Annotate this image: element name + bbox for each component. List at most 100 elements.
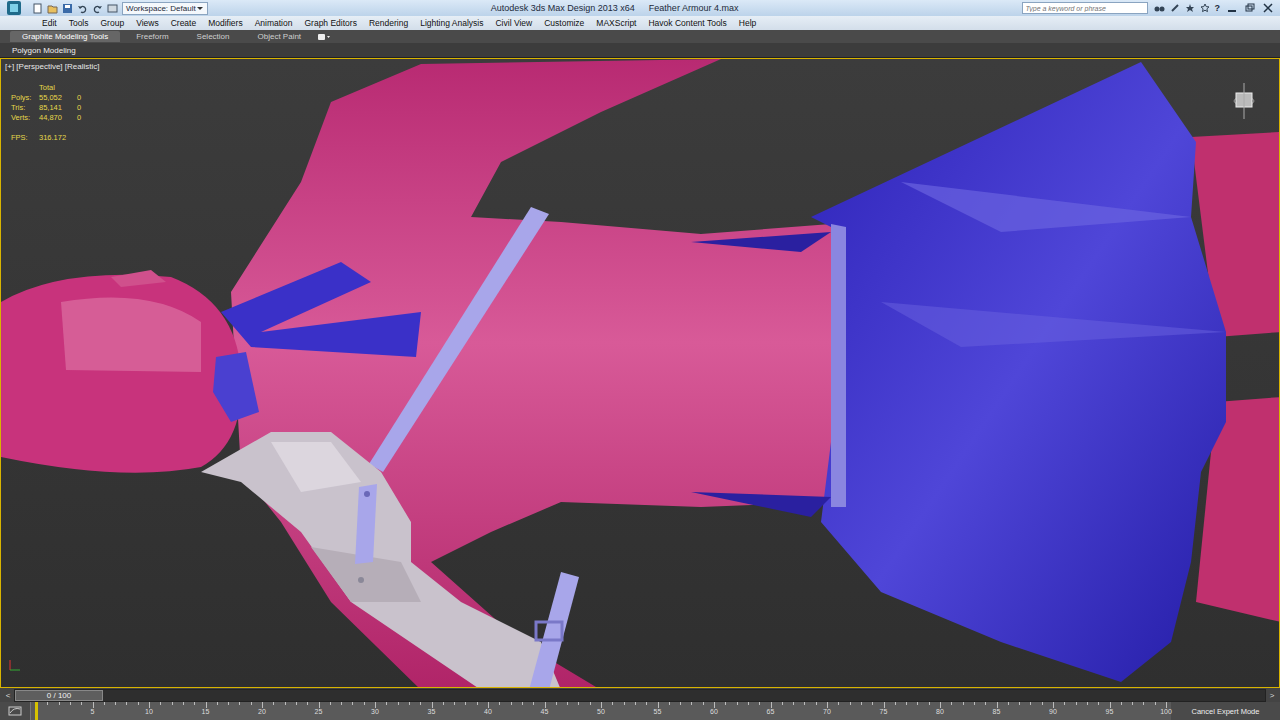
previous-frame-button[interactable]: < bbox=[4, 691, 12, 700]
tools-icon[interactable] bbox=[1170, 3, 1180, 13]
ribbon-tab[interactable]: Graphite Modeling Tools bbox=[10, 31, 120, 42]
menu-item[interactable]: Modifiers bbox=[202, 18, 248, 28]
frame-label: 25 bbox=[315, 708, 323, 715]
frame-tick bbox=[47, 702, 48, 705]
restore-icon[interactable] bbox=[1244, 3, 1256, 13]
menu-item[interactable]: Group bbox=[95, 18, 131, 28]
frame-label: 95 bbox=[1106, 708, 1114, 715]
menu-item[interactable]: Lighting Analysis bbox=[414, 18, 489, 28]
frame-tick bbox=[748, 702, 749, 705]
curve-editor-icon[interactable] bbox=[8, 706, 22, 716]
frame-ruler[interactable]: 5101520253035404550556065707580859095100 bbox=[30, 702, 1171, 720]
minimize-icon[interactable] bbox=[1226, 3, 1238, 13]
menu-item[interactable]: Help bbox=[733, 18, 762, 28]
ribbon-tab[interactable]: Object Paint bbox=[246, 31, 314, 42]
undo-icon[interactable] bbox=[77, 3, 88, 14]
window-controls bbox=[1226, 3, 1280, 13]
frame-tick bbox=[172, 702, 173, 705]
menu-item[interactable]: Create bbox=[165, 18, 203, 28]
frame-tick bbox=[398, 702, 399, 705]
dropdown-arrow-icon[interactable] bbox=[196, 4, 204, 12]
help-button[interactable]: ? bbox=[1215, 3, 1221, 13]
ribbon-tab[interactable]: Freeform bbox=[124, 31, 180, 42]
frame-tick bbox=[1042, 702, 1043, 705]
menu-item[interactable]: Rendering bbox=[363, 18, 414, 28]
frame-tick bbox=[104, 702, 105, 705]
character-model[interactable] bbox=[1, 59, 1280, 688]
open-folder-icon[interactable] bbox=[47, 3, 58, 14]
communication-icon[interactable] bbox=[1185, 3, 1195, 13]
menu-item[interactable]: Views bbox=[130, 18, 165, 28]
frame-label: 70 bbox=[823, 708, 831, 715]
frame-tick bbox=[850, 702, 851, 705]
stats-total: 55,052 bbox=[39, 93, 73, 102]
next-frame-button[interactable]: > bbox=[1268, 691, 1276, 700]
stats-row: Polys:55,0520 bbox=[11, 93, 81, 102]
frame-label: 65 bbox=[767, 708, 775, 715]
menu-item[interactable]: MAXScript bbox=[590, 18, 642, 28]
frame-label: 100 bbox=[1160, 708, 1172, 715]
frame-tick bbox=[737, 702, 738, 705]
favorites-icon[interactable] bbox=[1200, 3, 1210, 13]
project-folder-icon[interactable] bbox=[107, 3, 118, 14]
viewport[interactable]: [+] [Perspective] [Realistic] TotalPolys:… bbox=[0, 58, 1280, 688]
frame-tick bbox=[522, 702, 523, 705]
ribbon-tabs: Graphite Modeling Tools Freeform Selection… bbox=[0, 30, 1280, 43]
menu-item[interactable]: Customize bbox=[538, 18, 590, 28]
menu-item[interactable]: Graph Editors bbox=[298, 18, 362, 28]
app-logo-icon[interactable] bbox=[7, 1, 21, 15]
frame-tick bbox=[725, 702, 726, 705]
frame-tick bbox=[59, 702, 60, 705]
binoculars-icon[interactable] bbox=[1154, 3, 1165, 13]
workspace-dropdown[interactable]: Workspace: Default bbox=[122, 2, 208, 15]
stats-total: 85,141 bbox=[39, 103, 73, 112]
current-frame-marker[interactable] bbox=[35, 702, 38, 720]
menu-item[interactable]: Animation bbox=[249, 18, 299, 28]
menu-item[interactable]: Tools bbox=[63, 18, 95, 28]
redo-icon[interactable] bbox=[92, 3, 103, 14]
cancel-expert-mode-button[interactable]: Cancel Expert Mode bbox=[1171, 702, 1280, 720]
frame-label: 60 bbox=[710, 708, 718, 715]
search-field[interactable] bbox=[1022, 2, 1148, 14]
menu-item[interactable]: Edit bbox=[36, 18, 63, 28]
frame-tick bbox=[93, 702, 94, 708]
window-title: Autodesk 3ds Max Design 2013 x64Feather … bbox=[208, 3, 1022, 13]
frame-tick bbox=[70, 702, 71, 705]
frame-label: 20 bbox=[258, 708, 266, 715]
frame-tick bbox=[443, 702, 444, 705]
frame-label: 55 bbox=[654, 708, 662, 715]
ribbon-tab[interactable]: Selection bbox=[185, 31, 242, 42]
quick-access-toolbar bbox=[28, 3, 122, 14]
stats-header-text: Total bbox=[39, 83, 55, 92]
frame-tick bbox=[635, 702, 636, 705]
frame-tick bbox=[703, 702, 704, 705]
stats-total: 44,870 bbox=[39, 113, 73, 122]
close-icon[interactable] bbox=[1262, 3, 1274, 13]
frame-tick bbox=[951, 702, 952, 705]
frame-tick bbox=[285, 702, 286, 705]
track-bar-toggle[interactable] bbox=[0, 702, 30, 720]
frame-tick bbox=[1053, 702, 1054, 708]
viewport-label[interactable]: [+] [Perspective] [Realistic] bbox=[5, 62, 99, 71]
menu-item[interactable]: Havok Content Tools bbox=[642, 18, 732, 28]
save-icon[interactable] bbox=[62, 3, 73, 14]
frame-tick bbox=[917, 702, 918, 705]
viewcube-icon[interactable] bbox=[1231, 81, 1257, 121]
frame-label: 30 bbox=[371, 708, 379, 715]
ribbon-options-icon[interactable] bbox=[317, 33, 331, 41]
frame-tick bbox=[194, 702, 195, 705]
time-slider-track: 0 / 100 bbox=[14, 689, 1266, 702]
frame-tick bbox=[895, 702, 896, 705]
frame-tick bbox=[872, 702, 873, 705]
frame-tick bbox=[567, 702, 568, 705]
menu-item[interactable]: Civil View bbox=[489, 18, 538, 28]
info-toolbar: ? bbox=[1148, 3, 1227, 13]
time-slider-thumb[interactable]: 0 / 100 bbox=[15, 690, 103, 701]
frame-tick bbox=[1087, 702, 1088, 705]
new-file-icon[interactable] bbox=[32, 3, 43, 14]
frame-tick bbox=[691, 702, 692, 705]
app-logo[interactable] bbox=[0, 0, 28, 16]
panel-title[interactable]: Polygon Modeling bbox=[12, 46, 76, 55]
stats-selection: 0 bbox=[77, 113, 81, 122]
frame-tick bbox=[511, 702, 512, 705]
